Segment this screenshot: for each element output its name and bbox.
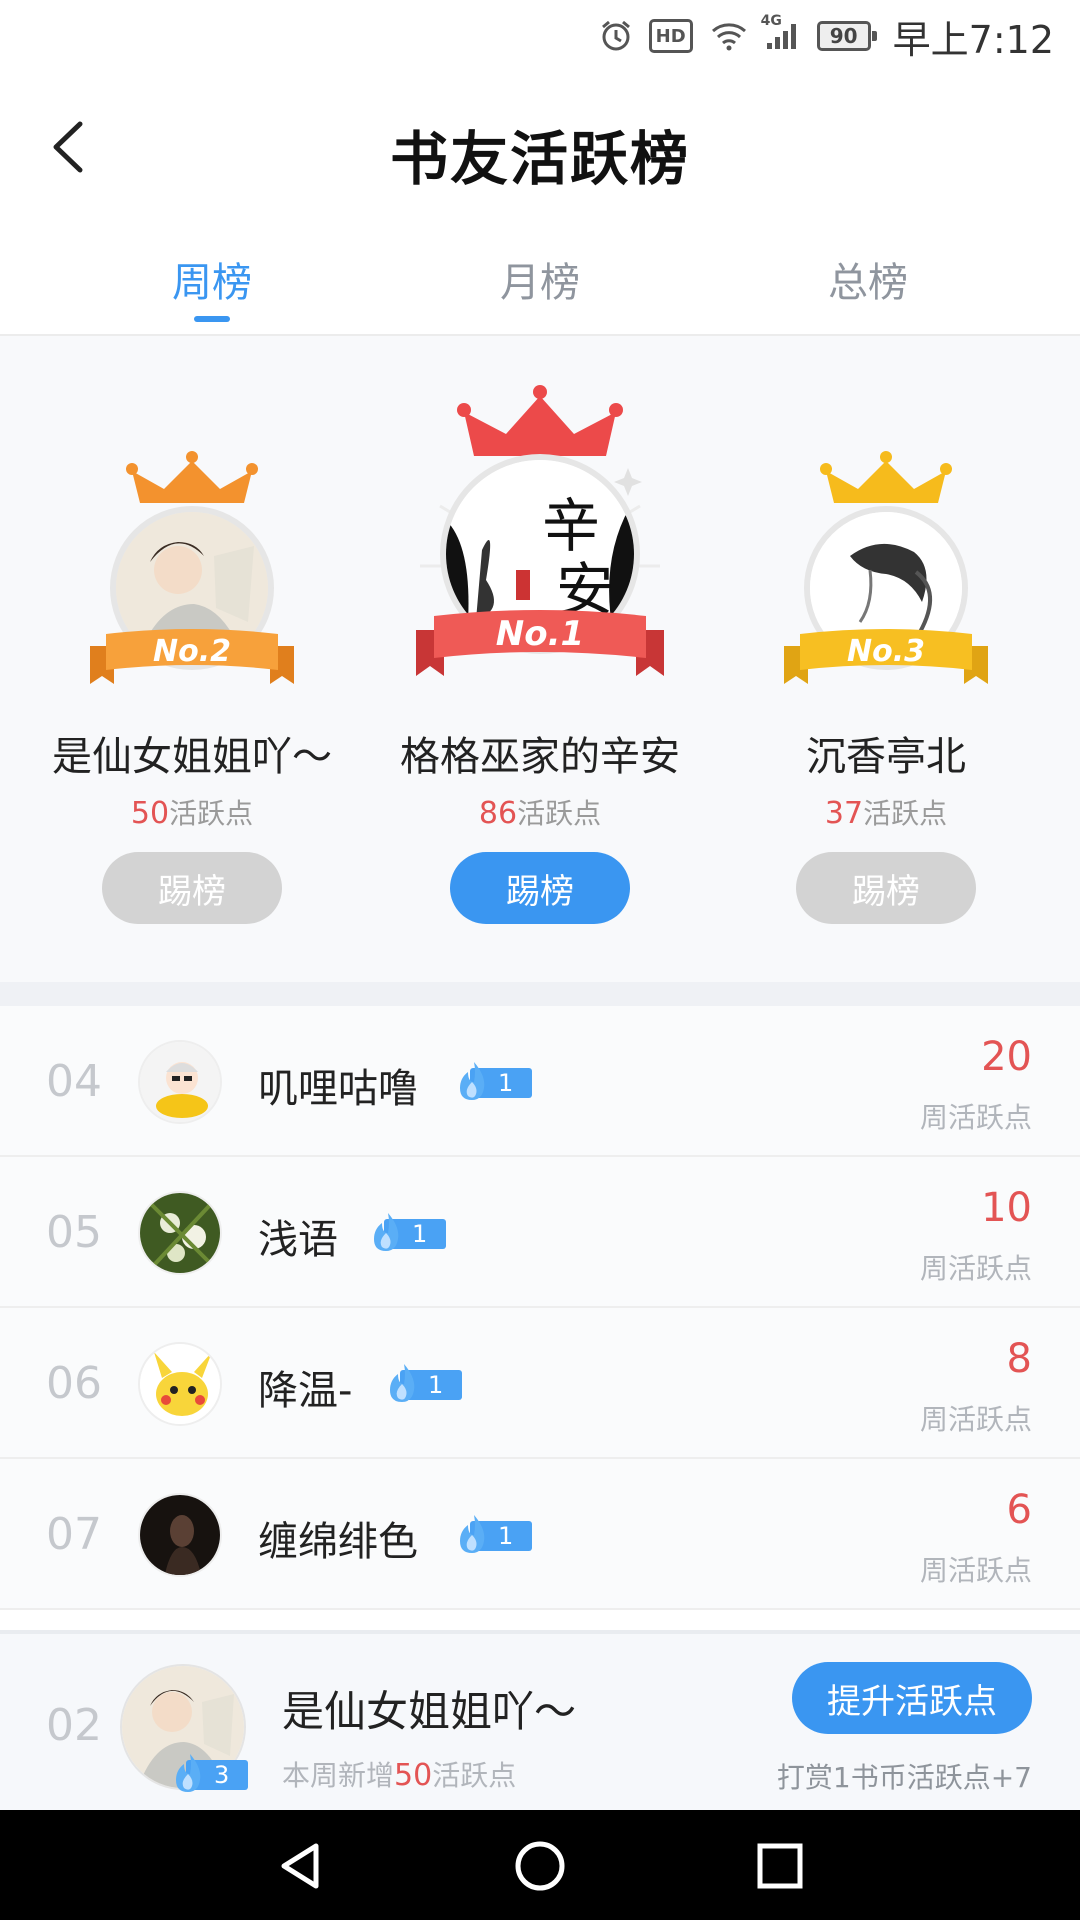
- tab-active-indicator: [194, 316, 230, 322]
- home-circle-icon[interactable]: [512, 1838, 568, 1894]
- battery-icon: 90: [816, 21, 877, 51]
- podium-name: 格格巫家的辛安: [400, 734, 680, 780]
- page-title: 书友活跃榜: [389, 125, 690, 193]
- list-item[interactable]: 05 浅语 1 10 周活跃点: [0, 1157, 1080, 1308]
- points-value: 20: [981, 1034, 1032, 1080]
- my-points-summary: 本周新增50活跃点: [282, 1758, 517, 1793]
- wifi-icon: [709, 19, 749, 53]
- podium-name: 是仙女姐姐吖～: [52, 734, 332, 780]
- user-name: 叽哩咕噜: [258, 1066, 418, 1112]
- back-triangle-icon[interactable]: [272, 1838, 328, 1894]
- points-label: 周活跃点: [919, 1101, 1032, 1134]
- rank-label: No.2: [153, 634, 231, 669]
- ranking-list: 04 叽哩咕噜 1 20 周活跃点 05 浅语 1 10 周活跃点 06 降温-…: [0, 1006, 1080, 1610]
- rank-label: No.1: [495, 614, 585, 654]
- avatar[interactable]: [138, 1493, 222, 1577]
- rank-number: 05: [46, 1207, 102, 1258]
- kick-button[interactable]: 踢榜: [450, 852, 630, 924]
- boost-points-button[interactable]: 提升活跃点: [792, 1662, 1032, 1734]
- flame-icon: [390, 1364, 415, 1402]
- level-badge: 1: [386, 1364, 462, 1402]
- header: 书友活跃榜: [0, 72, 1080, 222]
- user-name: 缠绵绯色: [258, 1519, 418, 1565]
- list-item[interactable]: 04 叽哩咕噜 1 20 周活跃点: [0, 1006, 1080, 1157]
- points-label: 周活跃点: [919, 1403, 1032, 1436]
- user-name: 浅语: [258, 1217, 338, 1263]
- section-divider: [0, 982, 1080, 1006]
- points-label: 周活跃点: [919, 1554, 1032, 1587]
- flame-icon: [176, 1754, 201, 1792]
- list-item[interactable]: 06 降温- 1 8 周活跃点: [0, 1308, 1080, 1459]
- podium-name: 沉香亭北: [806, 734, 966, 780]
- status-time: 早上7:12: [892, 17, 1054, 62]
- avatar[interactable]: [138, 1040, 222, 1124]
- rank-number: 07: [46, 1509, 102, 1560]
- points-value: 10: [981, 1185, 1032, 1231]
- podium-points: 86活跃点: [478, 796, 602, 831]
- rank-number: 06: [46, 1358, 102, 1409]
- flame-icon: [460, 1515, 485, 1553]
- tab-monthly[interactable]: 月榜: [440, 250, 640, 308]
- points-label: 周活跃点: [919, 1252, 1032, 1285]
- system-nav-bar: [0, 1810, 1080, 1920]
- my-ranking-bar: 02 3 是仙女姐姐吖～ 本周新增50活跃点 提升活跃点 打赏1书币活跃点+7: [0, 1630, 1080, 1810]
- podium-points: 50活跃点: [130, 796, 254, 831]
- rank-number: 04: [46, 1056, 102, 1107]
- points-value: 6: [1006, 1487, 1032, 1533]
- kick-button[interactable]: 踢榜: [102, 852, 282, 924]
- alarm-icon: [599, 19, 633, 53]
- tab-total[interactable]: 总榜: [768, 250, 968, 308]
- crown-icon: [126, 451, 258, 503]
- crown-icon: [457, 385, 623, 456]
- podium-points: 37活跃点: [824, 796, 948, 831]
- flame-icon: [374, 1213, 399, 1251]
- reward-tip: 打赏1书币活跃点+7: [776, 1761, 1032, 1794]
- level-badge: 1: [456, 1062, 532, 1100]
- hd-icon: HD: [648, 19, 693, 53]
- podium: No.2 是仙女姐姐吖～ 50活跃点 踢榜 辛安 No.1 格格巫家的辛安 86…: [0, 336, 1080, 982]
- signal-icon: 4G: [761, 13, 801, 53]
- user-name: 降温-: [258, 1368, 353, 1414]
- tab-weekly[interactable]: 周榜: [112, 250, 312, 308]
- level-badge: 3: [172, 1754, 248, 1792]
- points-value: 8: [1006, 1336, 1032, 1382]
- avatar[interactable]: [138, 1342, 222, 1426]
- my-rank-number: 02: [46, 1700, 102, 1751]
- crown-icon: [820, 451, 952, 503]
- level-badge: 1: [456, 1515, 532, 1553]
- level-badge: 1: [370, 1213, 446, 1251]
- my-name: 是仙女姐姐吖～: [282, 1687, 577, 1736]
- flame-icon: [460, 1062, 485, 1100]
- avatar[interactable]: [138, 1191, 222, 1275]
- svg-text:辛: 辛: [542, 492, 600, 560]
- tab-bar: 周榜 月榜 总榜: [0, 222, 1080, 336]
- rank-label: No.3: [847, 634, 925, 669]
- status-bar: HD 4G 90 早上7:12: [0, 0, 1080, 72]
- kick-button[interactable]: 踢榜: [796, 852, 976, 924]
- recents-square-icon[interactable]: [752, 1838, 808, 1894]
- list-item[interactable]: 07 缠绵绯色 1 6 周活跃点: [0, 1459, 1080, 1610]
